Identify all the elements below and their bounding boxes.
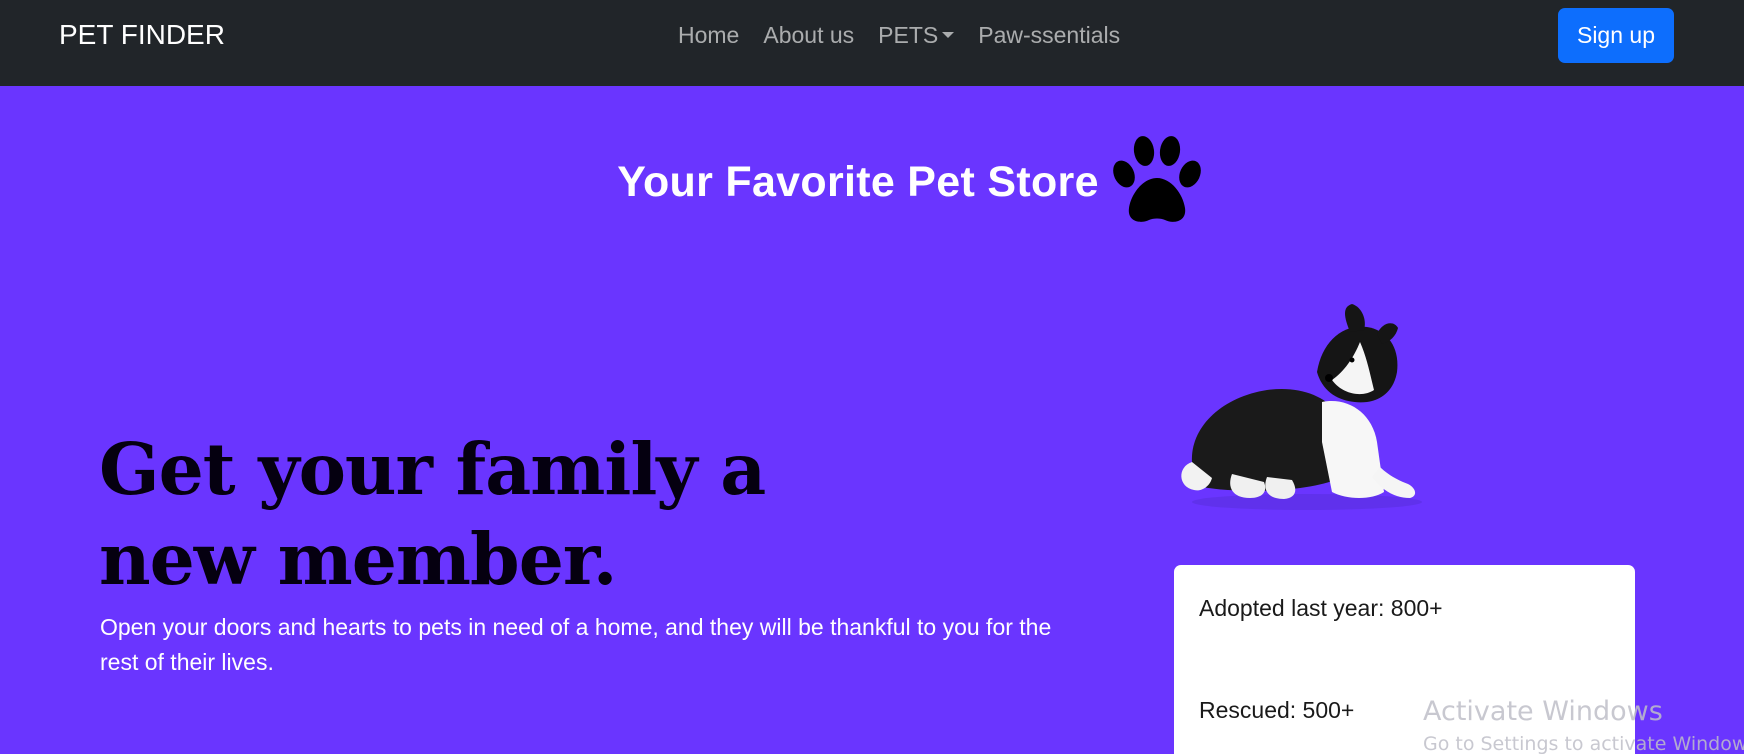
rescued-stat: Rescued: 500+ [1199,697,1355,723]
sign-up-button[interactable]: Sign up [1558,8,1674,63]
nav-link-about-us[interactable]: About us [751,18,866,52]
nav-links: Home About us PETS Paw-ssentials [678,18,1132,52]
paw-icon [1112,136,1201,222]
nav-dropdown-pets[interactable]: PETS [866,18,966,52]
adopted-stat: Adopted last year: 800+ [1199,595,1443,621]
windows-activation-watermark: Activate Windows Go to Settings to activ… [1423,694,1744,754]
navbar: PET FINDER Home About us PETS Paw-ssenti… [0,0,1744,86]
hero-title: Your Favorite Pet Store [0,134,1744,230]
caret-down-icon [942,32,955,39]
nav-link-paw-ssentials[interactable]: Paw-ssentials [966,18,1132,52]
watermark-title: Activate Windows [1423,696,1663,727]
hero-headline: Get your family a new member. [99,427,766,601]
nav-dropdown-pets-label: PETS [878,22,939,48]
page-title: Your Favorite Pet Store [617,157,1099,206]
nav-link-home[interactable]: Home [678,18,751,52]
brand-logo[interactable]: PET FINDER [59,18,225,52]
dog-image [1181,304,1422,510]
watermark-subtitle: Go to Settings to activate Windows. [1423,733,1744,754]
hero-lead: Open your doors and hearts to pets in ne… [100,614,1052,675]
